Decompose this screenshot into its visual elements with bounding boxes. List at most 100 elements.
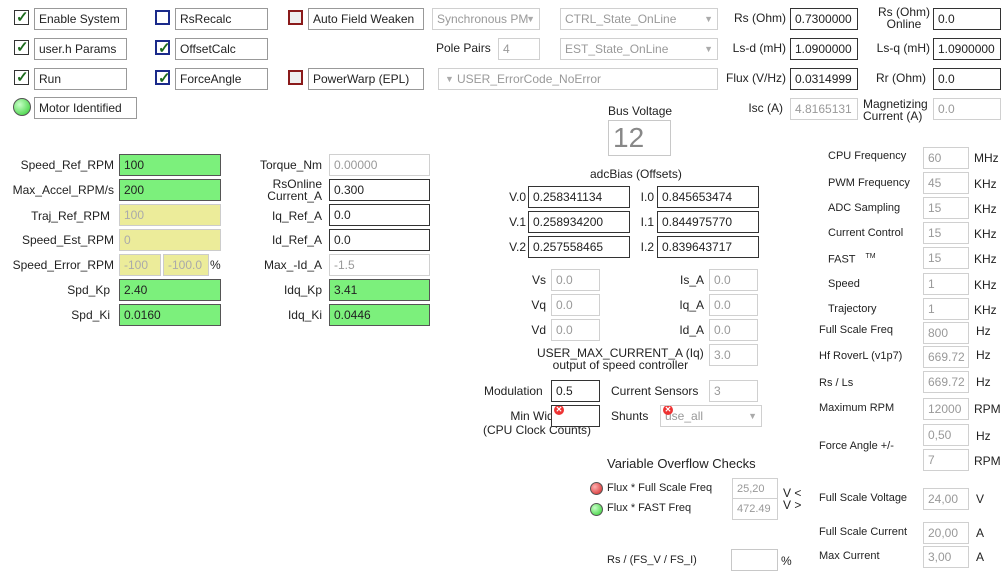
force-angle-unit: RPM: [974, 454, 1001, 468]
max-accel-field[interactable]: 200: [119, 179, 221, 201]
force-angle-hz-field[interactable]: 0,50: [923, 424, 969, 446]
current-control-field[interactable]: 15: [923, 222, 969, 244]
trajectory-field[interactable]: 1: [923, 298, 969, 320]
full-scale-current-field[interactable]: 20,00: [923, 522, 969, 544]
magnetizing-field[interactable]: 0.0: [933, 98, 1001, 120]
vd-field[interactable]: 0.0: [551, 319, 600, 341]
fast-field[interactable]: 15: [923, 247, 969, 269]
v2-field[interactable]: 0.257558465: [528, 236, 630, 258]
shunts-select[interactable]: ✕ use_all ▼: [660, 405, 762, 427]
user-max-current-label: USER_MAX_CURRENT_A (Iq) output of speed c…: [537, 347, 704, 371]
vq-field[interactable]: 0.0: [551, 294, 600, 316]
hf-roverl-field[interactable]: 669.72: [923, 346, 969, 368]
full-scale-current-unit: A: [976, 526, 985, 540]
offset-calc-checkbox[interactable]: [155, 39, 171, 57]
max-rpm-unit: RPM: [974, 402, 1001, 416]
pwm-freq-field[interactable]: 45: [923, 172, 969, 194]
power-warp-label[interactable]: PowerWarp (EPL): [308, 68, 424, 90]
speed-rate-unit: KHz: [974, 278, 997, 292]
user-max-current-field[interactable]: 3.0: [709, 344, 758, 366]
iq-ref-label: Iq_Ref_A: [271, 209, 322, 223]
full-scale-voltage-field[interactable]: 24,00: [923, 488, 969, 510]
flux-fast-cmp: V >: [783, 498, 802, 512]
isc-field[interactable]: 4.8165131: [790, 98, 858, 120]
rs-ls-field[interactable]: 669.72: [923, 371, 969, 393]
i0-field[interactable]: 0.845653474: [657, 186, 759, 208]
ctrl-state-value: CTRL_State_OnLine: [565, 12, 677, 26]
id-a-field[interactable]: 0.0: [709, 319, 758, 341]
flux-fs-field[interactable]: 25,20: [732, 478, 778, 500]
rsonline-current-field[interactable]: 0.300: [329, 179, 430, 201]
iq-ref-field[interactable]: 0.0: [329, 204, 430, 226]
force-angle-hz-unit: Hz: [976, 429, 991, 443]
is-a-field[interactable]: 0.0: [709, 269, 758, 291]
adc-sampling-field[interactable]: 15: [923, 197, 969, 219]
user-params-label[interactable]: user.h Params: [34, 38, 127, 60]
force-angle-label[interactable]: ForceAngle: [175, 68, 268, 90]
rs-ls-label: Rs / Ls: [819, 377, 854, 389]
force-angle-field[interactable]: 7: [923, 449, 969, 471]
error-code-select[interactable]: ▼ USER_ErrorCode_NoError: [438, 68, 718, 90]
est-state-select[interactable]: EST_State_OnLine ▼: [560, 38, 718, 60]
iq-a-field[interactable]: 0.0: [709, 294, 758, 316]
v1-field[interactable]: 0.258934200: [528, 211, 630, 233]
user-params-checkbox[interactable]: [14, 38, 29, 56]
adc-sampling-unit: KHz: [974, 202, 997, 216]
vq-label: Vq: [531, 298, 546, 312]
rs-field[interactable]: 0.7300000: [790, 8, 858, 30]
motor-type-select[interactable]: Synchronous PM ▼: [432, 8, 540, 30]
speed-ref-field[interactable]: 100: [119, 154, 221, 176]
id-ref-field[interactable]: 0.0: [329, 229, 430, 251]
rs-ratio-field[interactable]: [731, 549, 778, 571]
speed-est-label: Speed_Est_RPM: [21, 233, 114, 247]
ctrl-state-select[interactable]: CTRL_State_OnLine ▼: [560, 8, 718, 30]
chevron-down-icon: ▼: [526, 14, 535, 24]
power-warp-checkbox[interactable]: [288, 70, 303, 85]
full-scale-freq-field[interactable]: 800: [923, 322, 969, 344]
run-checkbox[interactable]: [14, 68, 29, 86]
max-id-field[interactable]: -1.5: [329, 254, 430, 276]
speed-rate-field[interactable]: 1: [923, 273, 969, 295]
i1-field[interactable]: 0.844975770: [657, 211, 759, 233]
hf-roverl-unit: Hz: [976, 348, 991, 362]
modulation-field[interactable]: 0.5: [551, 380, 600, 402]
rs-online-field[interactable]: 0.0: [933, 8, 1001, 30]
rr-field[interactable]: 0.0: [933, 68, 1001, 90]
v0-field[interactable]: 0.258341134: [528, 186, 630, 208]
full-scale-freq-unit: Hz: [976, 324, 991, 338]
spd-kp-field[interactable]: 2.40: [119, 279, 221, 301]
rs-ls-unit: Hz: [976, 375, 991, 389]
run-label[interactable]: Run: [34, 68, 127, 90]
torque-field[interactable]: 0.00000: [329, 154, 430, 176]
flux-fast-field[interactable]: 472.49: [732, 498, 778, 520]
cpu-freq-field[interactable]: 60: [923, 147, 969, 169]
vs-field[interactable]: 0.0: [551, 269, 600, 291]
spd-ki-field[interactable]: 0.0160: [119, 304, 221, 326]
force-angle-label: Force Angle +/-: [819, 440, 894, 452]
hf-roverl-label: Hf RoverL (v1p7): [819, 350, 903, 362]
rs-recalc-label[interactable]: RsRecalc: [175, 8, 268, 30]
ls-q-field[interactable]: 1.0900000: [933, 38, 1001, 60]
offset-calc-label[interactable]: OffsetCalc: [175, 38, 268, 60]
max-current-label: Max Current: [819, 550, 880, 562]
force-angle-checkbox[interactable]: [155, 69, 171, 87]
max-current-field[interactable]: 3,00: [923, 546, 969, 568]
enable-system-label[interactable]: Enable System: [34, 8, 127, 30]
chevron-down-icon: ▼: [748, 411, 757, 421]
idq-kp-field[interactable]: 3.41: [329, 279, 430, 301]
enable-system-checkbox[interactable]: [14, 8, 29, 26]
rs-recalc-checkbox[interactable]: [155, 10, 170, 25]
pole-pairs-field[interactable]: 4: [498, 38, 540, 60]
idq-ki-field[interactable]: 0.0446: [329, 304, 430, 326]
auto-field-weaken-checkbox[interactable]: [288, 10, 303, 25]
auto-field-weaken-label[interactable]: Auto Field Weaken: [308, 8, 424, 30]
current-sensors-field[interactable]: 3: [709, 380, 758, 402]
iq-a-label: Iq_A: [679, 298, 704, 312]
ls-d-field[interactable]: 1.0900000: [790, 38, 858, 60]
flux-field[interactable]: 0.0314999: [790, 68, 858, 90]
rs-ratio-unit: %: [781, 554, 792, 568]
min-width-field[interactable]: ✕: [551, 405, 600, 427]
max-rpm-field[interactable]: 12000: [923, 398, 969, 420]
current-control-label: Current Control: [828, 227, 904, 239]
i2-field[interactable]: 0.839643717: [657, 236, 759, 258]
